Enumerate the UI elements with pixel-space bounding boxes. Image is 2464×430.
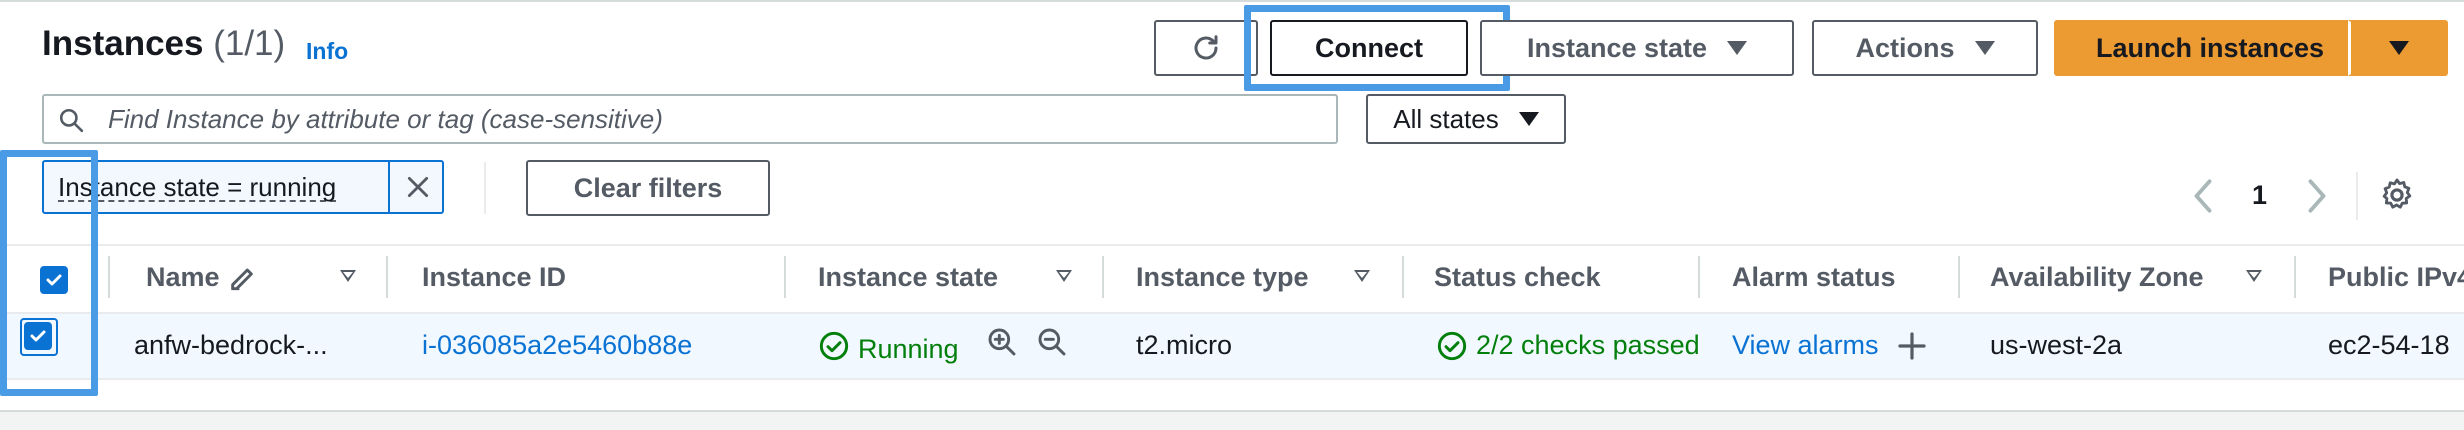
states-select[interactable]: All states	[1366, 94, 1566, 144]
column-header-alarm-status[interactable]: Alarm status	[1732, 262, 1896, 293]
actions-label: Actions	[1855, 32, 1955, 63]
table-header-border	[0, 312, 2464, 314]
instance-count: (1/1)	[213, 24, 286, 63]
column-header-name[interactable]: Name	[146, 262, 220, 293]
zoom-out-icon[interactable]	[1036, 326, 1068, 358]
states-select-value: All states	[1393, 103, 1499, 134]
table-top-border	[0, 244, 2464, 246]
filter-token-dismiss[interactable]	[388, 162, 446, 212]
status-check-value: 2/2 checks passed	[1476, 330, 1698, 360]
page-title-text: Instances	[42, 24, 204, 63]
caret-down-icon	[1974, 41, 1995, 55]
search-box[interactable]	[42, 94, 1338, 144]
caret-down-icon	[1727, 41, 1748, 55]
page-number[interactable]: 1	[2252, 180, 2267, 211]
check-circle-icon	[1437, 331, 1467, 361]
instance-state-label: Instance state	[1526, 32, 1708, 63]
chevron-left-icon[interactable]	[2190, 176, 2216, 216]
launch-instances-button[interactable]: Launch instances	[2054, 20, 2366, 76]
column-divider	[1402, 256, 1404, 298]
page-title: Instances (1/1)	[42, 24, 285, 64]
sort-icon[interactable]	[1354, 270, 1370, 282]
cell-name: anfw-bedrock-...	[134, 330, 328, 360]
close-icon	[407, 176, 429, 198]
gear-icon[interactable]	[2378, 176, 2416, 214]
column-header-name-label: Name	[146, 262, 220, 292]
column-header-status-check[interactable]: Status check	[1434, 262, 1601, 293]
instance-type-value: t2.micro	[1136, 330, 1233, 360]
search-icon	[59, 108, 84, 133]
column-header-availability-zone[interactable]: Availability Zone	[1990, 262, 2204, 293]
connect-highlight-box	[1244, 5, 1510, 91]
filter-token[interactable]: Instance state = running	[42, 160, 444, 214]
public-dns-value: ec2-54-18	[2328, 330, 2450, 360]
plus-icon[interactable]	[1896, 330, 1928, 362]
checkbox-highlight-box	[0, 150, 98, 396]
actions-button[interactable]: Actions	[1812, 20, 2038, 76]
launch-dropdown-button[interactable]	[2348, 20, 2448, 76]
table-row-border	[0, 378, 2464, 380]
column-header-instance-type[interactable]: Instance type	[1136, 262, 1309, 293]
divider	[2356, 172, 2358, 220]
column-divider	[2294, 256, 2296, 298]
column-header-instance-state[interactable]: Instance state	[818, 262, 998, 293]
chevron-right-icon[interactable]	[2304, 176, 2330, 216]
caret-down-icon	[1518, 112, 1539, 126]
search-input[interactable]	[108, 96, 1308, 142]
column-divider	[1958, 256, 1960, 298]
divider	[484, 162, 486, 214]
column-divider	[108, 256, 110, 298]
column-divider	[784, 256, 786, 298]
refresh-icon	[1194, 35, 1218, 60]
instance-id-link[interactable]: i-036085a2e5460b88e	[422, 330, 692, 361]
clear-filters-button[interactable]: Clear filters	[526, 160, 770, 216]
caret-down-icon	[2388, 41, 2409, 55]
filter-token-label[interactable]: Instance state = running	[58, 174, 337, 202]
table-footer	[0, 410, 2464, 430]
instance-state-button[interactable]: Instance state	[1480, 20, 1794, 76]
view-alarms-link[interactable]: View alarms	[1732, 330, 1879, 361]
availability-zone-value: us-west-2a	[1990, 330, 2123, 360]
column-divider	[1102, 256, 1104, 298]
sort-icon[interactable]	[1056, 270, 1072, 282]
column-divider	[386, 256, 388, 298]
zoom-in-icon[interactable]	[986, 326, 1018, 358]
panel-top-border	[0, 0, 2464, 2]
column-divider	[1698, 256, 1700, 298]
edit-pencil-icon[interactable]	[226, 262, 258, 294]
sort-icon[interactable]	[340, 270, 356, 282]
column-header-public-ipv4[interactable]: Public IPv4	[2328, 262, 2464, 293]
sort-icon[interactable]	[2246, 270, 2262, 282]
refresh-button[interactable]	[1154, 20, 1258, 76]
info-link[interactable]: Info	[306, 38, 348, 65]
instance-state-value: Running	[858, 334, 959, 364]
check-circle-icon	[819, 331, 849, 361]
column-header-instance-id[interactable]: Instance ID	[422, 262, 566, 293]
